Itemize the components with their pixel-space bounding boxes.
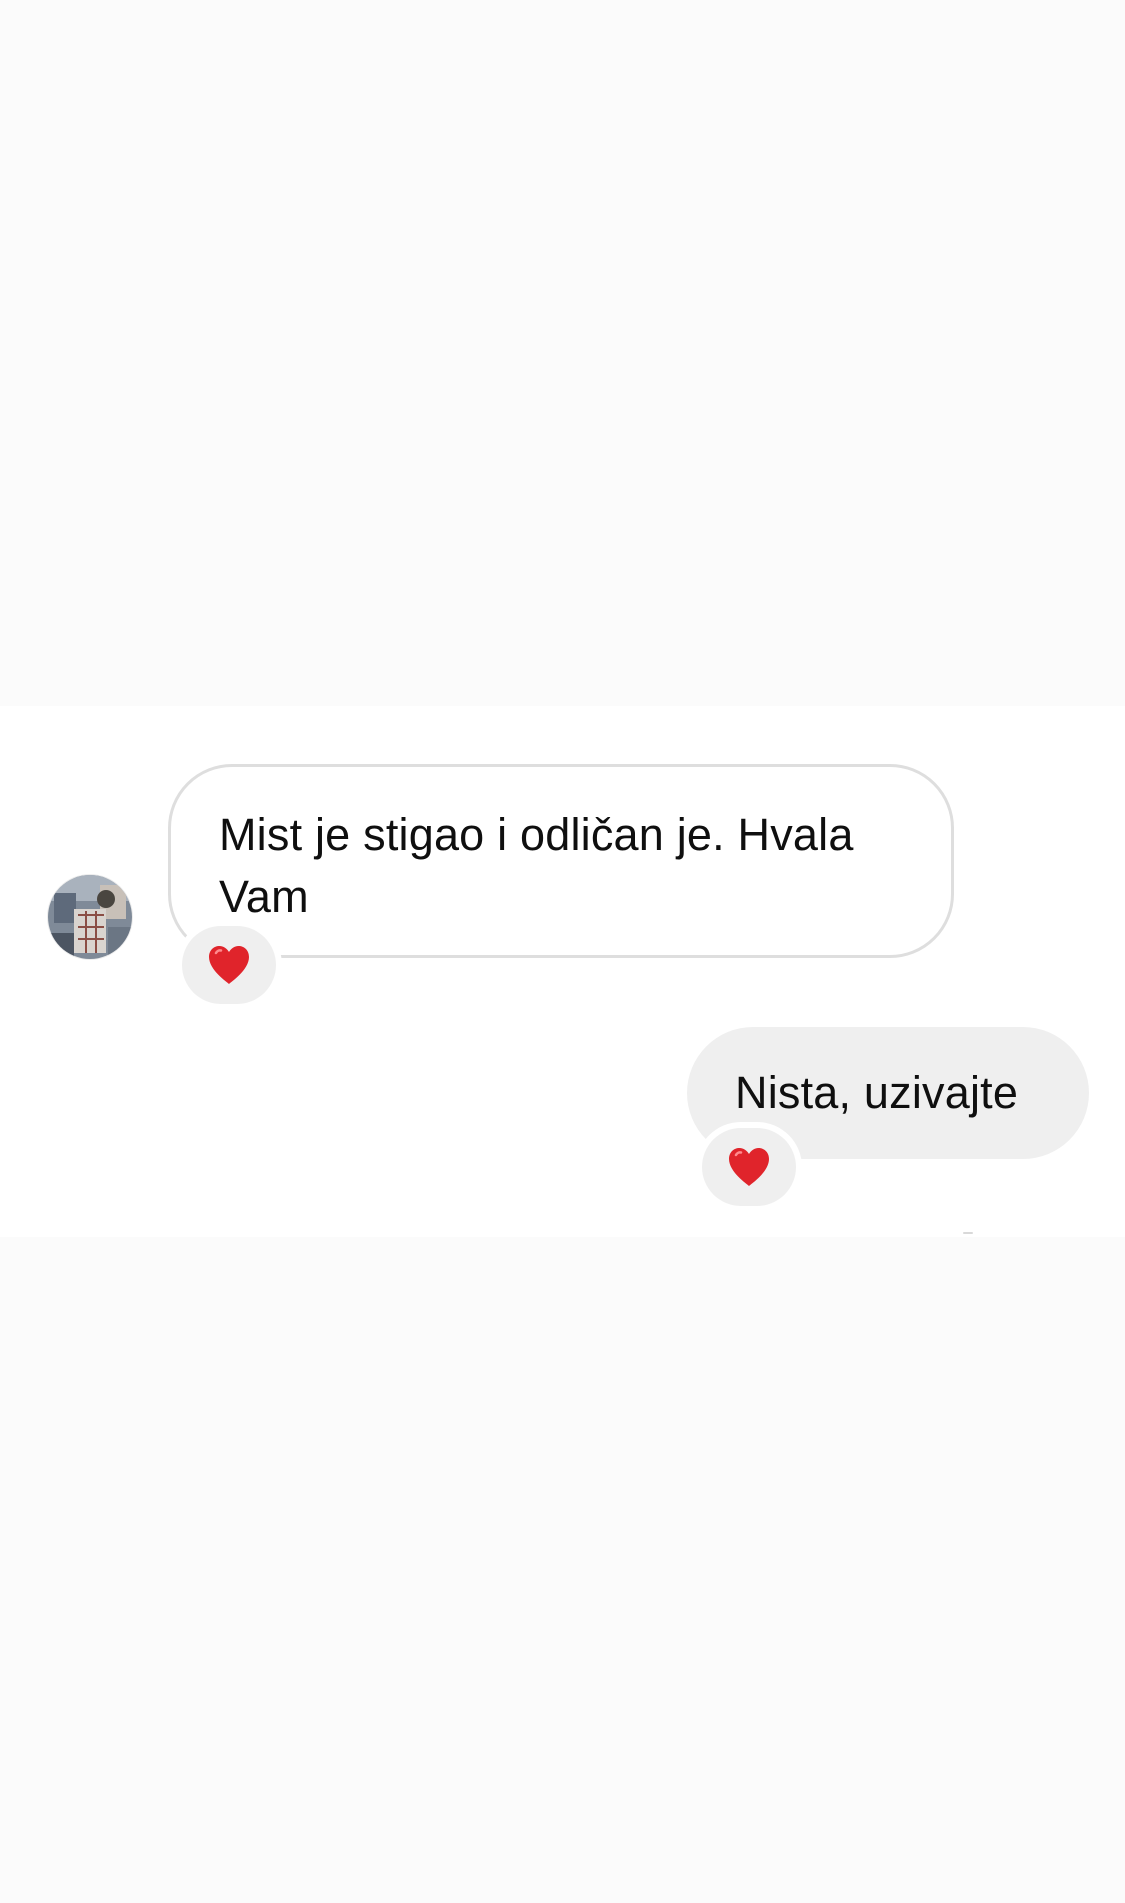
incoming-message-text: Mist je stigao i odličan je. Hvala Vam xyxy=(219,809,854,922)
heart-icon xyxy=(729,1148,769,1186)
heart-icon xyxy=(209,946,249,984)
avatar-photo-icon xyxy=(48,875,132,959)
outgoing-message-text: Nista, uzivajte xyxy=(735,1067,1019,1118)
incoming-message-bubble[interactable]: Mist je stigao i odličan je. Hvala Vam xyxy=(168,764,954,958)
outgoing-message-reaction[interactable] xyxy=(702,1128,796,1206)
divider-mark xyxy=(963,1232,973,1234)
sender-avatar[interactable] xyxy=(48,875,132,959)
incoming-message-reaction[interactable] xyxy=(182,926,276,1004)
